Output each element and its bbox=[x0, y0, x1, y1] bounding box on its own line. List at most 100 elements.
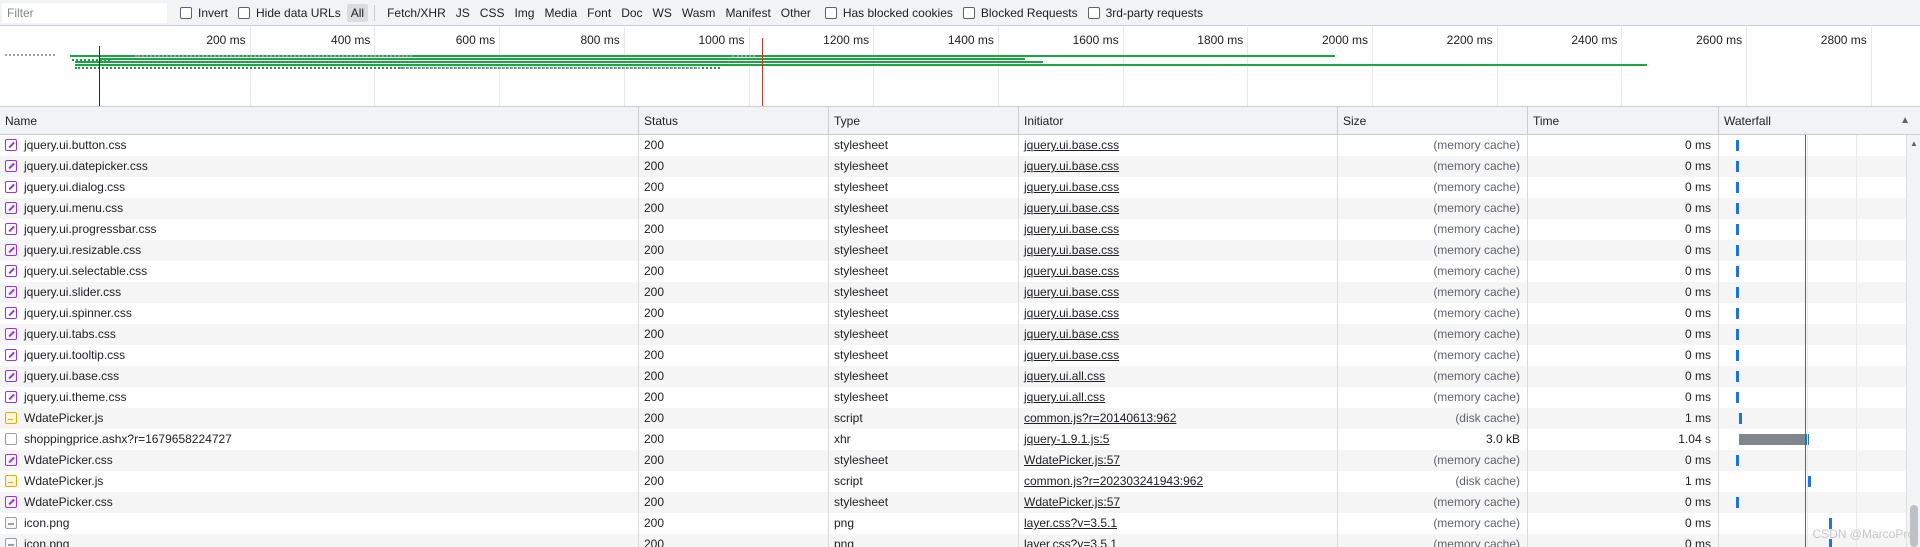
scroll-up-icon[interactable]: ▲ bbox=[1910, 139, 1918, 148]
initiator-link[interactable]: jquery.ui.base.css bbox=[1024, 327, 1119, 341]
request-row[interactable]: jquery.ui.spinner.css 200 stylesheet jquery… bbox=[0, 303, 1920, 324]
cell-name[interactable]: WdatePicker.js bbox=[0, 471, 639, 492]
column-header-type[interactable]: Type bbox=[829, 107, 1019, 135]
type-filter-js[interactable]: JS bbox=[452, 4, 474, 22]
request-row[interactable]: jquery.ui.resizable.css 200 stylesheet jque… bbox=[0, 240, 1920, 261]
cell-name[interactable]: jquery.ui.selectable.css bbox=[0, 261, 639, 282]
type-filter-fetch-xhr[interactable]: Fetch/XHR bbox=[383, 4, 450, 22]
column-header-size[interactable]: Size bbox=[1338, 107, 1528, 135]
request-row[interactable]: jquery.ui.base.css 200 stylesheet jquery.ui… bbox=[0, 366, 1920, 387]
request-row[interactable]: jquery.ui.selectable.css 200 stylesheet jqu… bbox=[0, 261, 1920, 282]
initiator-link[interactable]: jquery.ui.base.css bbox=[1024, 222, 1119, 236]
initiator-link[interactable]: jquery.ui.base.css bbox=[1024, 180, 1119, 194]
type-filter-other[interactable]: Other bbox=[777, 4, 815, 22]
type-filter-wasm[interactable]: Wasm bbox=[678, 4, 720, 22]
cell-initiator[interactable]: jquery.ui.base.css bbox=[1019, 324, 1338, 345]
cell-initiator[interactable]: jquery.ui.base.css bbox=[1019, 240, 1338, 261]
cell-name[interactable]: jquery.ui.resizable.css bbox=[0, 240, 639, 261]
table-scrollbar[interactable]: ▲ bbox=[1906, 135, 1920, 547]
request-row[interactable]: icon.png 200 png layer.css?v=3.5.1 (memory c… bbox=[0, 534, 1920, 547]
type-filter-manifest[interactable]: Manifest bbox=[721, 4, 774, 22]
initiator-link[interactable]: jquery.ui.base.css bbox=[1024, 306, 1119, 320]
cell-initiator[interactable]: jquery.ui.base.css bbox=[1019, 156, 1338, 177]
type-filter-ws[interactable]: WS bbox=[649, 4, 676, 22]
request-row[interactable]: icon.png 200 png layer.css?v=3.5.1 (memory c… bbox=[0, 513, 1920, 534]
cell-initiator[interactable]: WdatePicker.js:57 bbox=[1019, 492, 1338, 513]
initiator-link[interactable]: jquery.ui.base.css bbox=[1024, 138, 1119, 152]
hide-data-urls-checkbox[interactable]: Hide data URLs bbox=[238, 6, 341, 20]
initiator-link[interactable]: jquery.ui.base.css bbox=[1024, 285, 1119, 299]
initiator-link[interactable]: layer.css?v=3.5.1 bbox=[1024, 537, 1117, 547]
cell-name[interactable]: jquery.ui.button.css bbox=[0, 135, 639, 156]
checkbox-box[interactable] bbox=[824, 6, 837, 19]
initiator-link[interactable]: layer.css?v=3.5.1 bbox=[1024, 516, 1117, 530]
initiator-link[interactable]: common.js?r=20140613:962 bbox=[1024, 411, 1176, 425]
request-row[interactable]: jquery.ui.theme.css 200 stylesheet jquery.u… bbox=[0, 387, 1920, 408]
cell-initiator[interactable]: jquery.ui.base.css bbox=[1019, 345, 1338, 366]
cell-initiator[interactable]: layer.css?v=3.5.1 bbox=[1019, 513, 1338, 534]
cell-name[interactable]: WdatePicker.css bbox=[0, 450, 639, 471]
cell-name[interactable]: icon.png bbox=[0, 534, 639, 547]
cell-name[interactable]: jquery.ui.datepicker.css bbox=[0, 156, 639, 177]
cell-initiator[interactable]: jquery.ui.base.css bbox=[1019, 135, 1338, 156]
invert-checkbox[interactable]: Invert bbox=[180, 6, 228, 20]
cell-name[interactable]: jquery.ui.progressbar.css bbox=[0, 219, 639, 240]
cell-name[interactable]: jquery.ui.theme.css bbox=[0, 387, 639, 408]
initiator-link[interactable]: WdatePicker.js:57 bbox=[1024, 453, 1120, 467]
cell-initiator[interactable]: common.js?r=20140613:962 bbox=[1019, 408, 1338, 429]
cell-name[interactable]: jquery.ui.base.css bbox=[0, 366, 639, 387]
cell-name[interactable]: icon.png bbox=[0, 513, 639, 534]
cell-name[interactable]: WdatePicker.css bbox=[0, 492, 639, 513]
type-filter-all[interactable]: All bbox=[346, 3, 369, 22]
cell-name[interactable]: jquery.ui.tabs.css bbox=[0, 324, 639, 345]
request-row[interactable]: jquery.ui.datepicker.css 200 stylesheet jqu… bbox=[0, 156, 1920, 177]
cell-name[interactable]: WdatePicker.js bbox=[0, 408, 639, 429]
request-row[interactable]: jquery.ui.tabs.css 200 stylesheet jquery.ui… bbox=[0, 324, 1920, 345]
cell-initiator[interactable]: jquery.ui.base.css bbox=[1019, 282, 1338, 303]
cell-initiator[interactable]: common.js?r=202303241943:962 bbox=[1019, 471, 1338, 492]
checkbox-box[interactable] bbox=[180, 6, 192, 19]
type-filter-img[interactable]: Img bbox=[510, 4, 538, 22]
filter-input[interactable] bbox=[2, 2, 167, 23]
type-filter-doc[interactable]: Doc bbox=[617, 4, 646, 22]
column-header-waterfall[interactable]: Waterfall ▲ bbox=[1719, 107, 1920, 135]
initiator-link[interactable]: jquery.ui.base.css bbox=[1024, 243, 1119, 257]
column-header-initiator[interactable]: Initiator bbox=[1019, 107, 1338, 135]
request-row[interactable]: WdatePicker.js 200 script common.js?r=20140… bbox=[0, 408, 1920, 429]
column-header-time[interactable]: Time bbox=[1528, 107, 1719, 135]
initiator-link[interactable]: jquery.ui.base.css bbox=[1024, 201, 1119, 215]
column-header-status[interactable]: Status bbox=[639, 107, 829, 135]
type-filter-css[interactable]: CSS bbox=[476, 4, 509, 22]
request-row[interactable]: jquery.ui.tooltip.css 200 stylesheet jquery… bbox=[0, 345, 1920, 366]
cell-initiator[interactable]: WdatePicker.js:57 bbox=[1019, 450, 1338, 471]
request-row[interactable]: WdatePicker.css 200 stylesheet WdatePicker.… bbox=[0, 450, 1920, 471]
request-row[interactable]: jquery.ui.menu.css 200 stylesheet jquery.ui… bbox=[0, 198, 1920, 219]
request-row[interactable]: jquery.ui.button.css 200 stylesheet jquery.… bbox=[0, 135, 1920, 156]
cell-initiator[interactable]: jquery.ui.base.css bbox=[1019, 219, 1338, 240]
request-row[interactable]: WdatePicker.js 200 script common.js?r=20230… bbox=[0, 471, 1920, 492]
cell-initiator[interactable]: jquery-1.9.1.js:5 bbox=[1019, 429, 1338, 450]
initiator-link[interactable]: jquery.ui.all.css bbox=[1024, 369, 1105, 383]
cell-initiator[interactable]: layer.css?v=3.5.1 bbox=[1019, 534, 1338, 547]
blocked-requests-checkbox[interactable]: Blocked Requests bbox=[962, 6, 1078, 20]
cell-initiator[interactable]: jquery.ui.all.css bbox=[1019, 387, 1338, 408]
request-row[interactable]: jquery.ui.progressbar.css 200 stylesheet jq… bbox=[0, 219, 1920, 240]
checkbox-box[interactable] bbox=[238, 6, 251, 19]
initiator-link[interactable]: jquery-1.9.1.js:5 bbox=[1024, 432, 1109, 446]
cell-name[interactable]: jquery.ui.dialog.css bbox=[0, 177, 639, 198]
cell-initiator[interactable]: jquery.ui.base.css bbox=[1019, 177, 1338, 198]
cell-initiator[interactable]: jquery.ui.base.css bbox=[1019, 198, 1338, 219]
cell-name[interactable]: shoppingprice.ashx?r=1679658224727 bbox=[0, 429, 639, 450]
initiator-link[interactable]: jquery.ui.base.css bbox=[1024, 264, 1119, 278]
request-row[interactable]: shoppingprice.ashx?r=1679658224727 200 xhr… bbox=[0, 429, 1920, 450]
initiator-link[interactable]: WdatePicker.js:57 bbox=[1024, 495, 1120, 509]
initiator-link[interactable]: jquery.ui.base.css bbox=[1024, 159, 1119, 173]
cell-name[interactable]: jquery.ui.menu.css bbox=[0, 198, 639, 219]
type-filter-media[interactable]: Media bbox=[540, 4, 581, 22]
request-row[interactable]: WdatePicker.css 200 stylesheet WdatePicker.… bbox=[0, 492, 1920, 513]
cell-initiator[interactable]: jquery.ui.base.css bbox=[1019, 261, 1338, 282]
initiator-link[interactable]: jquery.ui.base.css bbox=[1024, 348, 1119, 362]
cell-initiator[interactable]: jquery.ui.all.css bbox=[1019, 366, 1338, 387]
request-row[interactable]: jquery.ui.slider.css 200 stylesheet jquery.… bbox=[0, 282, 1920, 303]
initiator-link[interactable]: jquery.ui.all.css bbox=[1024, 390, 1105, 404]
